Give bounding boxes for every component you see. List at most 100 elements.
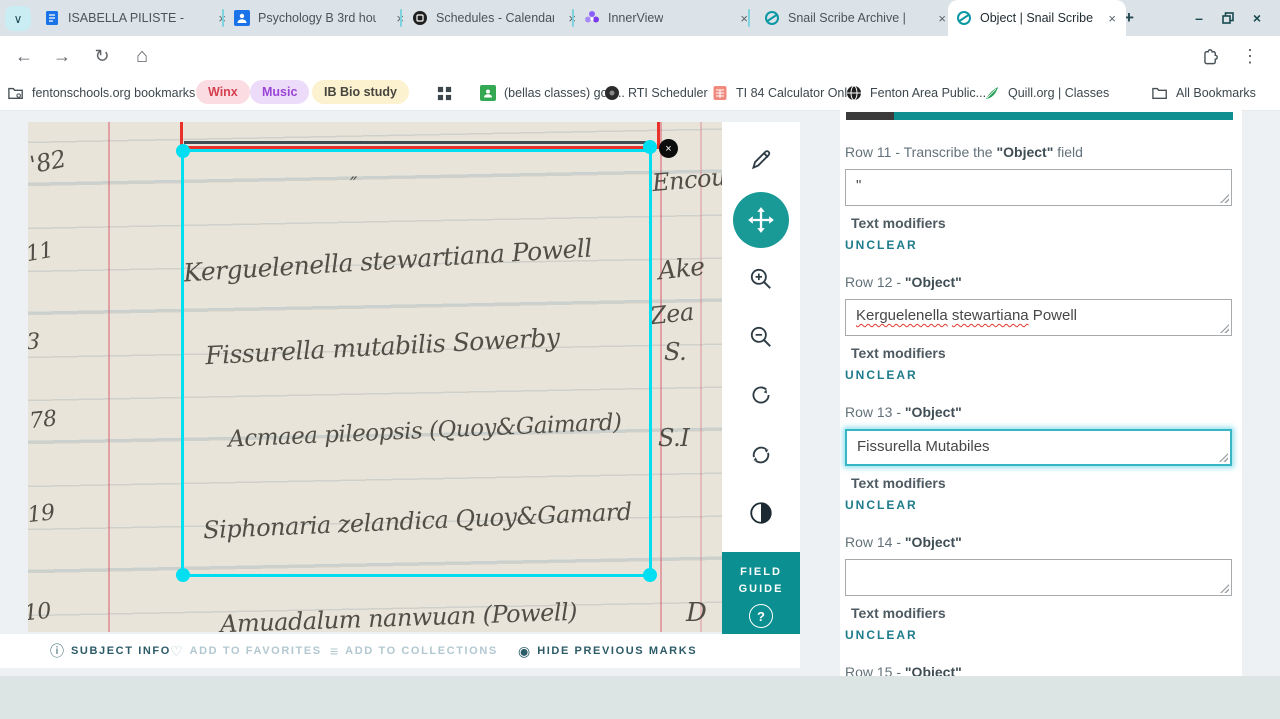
text-modifiers-label: Text modifiers — [851, 475, 946, 491]
restore-icon — [1222, 12, 1234, 24]
unclear-button[interactable]: UNCLEAR — [845, 628, 918, 642]
close-icon: × — [665, 142, 672, 155]
handwriting-margin: '19 — [28, 500, 56, 529]
progress-bar — [846, 112, 1233, 120]
extensions-button[interactable] — [1196, 42, 1224, 70]
move-icon — [748, 207, 774, 233]
zooniverse-icon — [765, 11, 779, 25]
reload-icon: ↻ — [94, 45, 110, 66]
add-to-favorites-button[interactable]: ♡ ADD TO FAVORITES — [170, 634, 322, 668]
invert-contrast-button[interactable] — [739, 491, 783, 535]
bookmark-winx[interactable]: Winx — [196, 80, 250, 104]
add-to-collections-button[interactable]: ≡ ADD TO COLLECTIONS — [330, 634, 498, 668]
hide-previous-marks-button[interactable]: ◉ HIDE PREVIOUS MARKS — [518, 634, 697, 668]
all-bookmarks-button[interactable]: All Bookmarks — [1152, 80, 1256, 106]
draw-tool-button[interactable] — [739, 138, 783, 182]
back-button[interactable]: ← — [10, 42, 38, 70]
tab-close-icon[interactable]: × — [936, 11, 948, 26]
forward-button[interactable]: → — [48, 42, 76, 70]
browser-toolbar: ← → ↻ ⌂ zooniverse.org/projects/skeogh17… — [0, 36, 1280, 108]
field-label: Row 15 - "Object" — [845, 664, 962, 676]
rotate-button[interactable] — [739, 373, 783, 417]
reset-rotation-icon — [752, 446, 770, 464]
docs-icon — [46, 11, 58, 25]
bookmark-ti84[interactable]: TI 84 Calculator Onl... — [712, 80, 858, 106]
tab-separator — [222, 9, 224, 27]
home-button[interactable]: ⌂ — [128, 42, 156, 70]
resize-handle-nw[interactable] — [176, 144, 190, 158]
tab-isabella[interactable]: ISABELLA PILISTE - SU × — [36, 0, 236, 36]
transcription-input-row13-focused[interactable]: Fissurella Mutabiles — [845, 429, 1232, 466]
field-label: Row 11 - Transcribe the "Object" field — [845, 144, 1083, 160]
rotate-icon — [752, 386, 770, 404]
rti-icon — [605, 86, 619, 100]
home-icon: ⌂ — [135, 44, 149, 67]
zoom-out-button[interactable] — [739, 315, 783, 359]
bookmark-managed-folder[interactable]: fentonschools.org bookmarks — [8, 80, 195, 106]
previous-mark-line — [184, 141, 654, 144]
bookmark-rti-scheduler[interactable]: RTI Scheduler — [604, 80, 708, 106]
unclear-button[interactable]: UNCLEAR — [845, 368, 918, 382]
unclear-button[interactable]: UNCLEAR — [845, 238, 918, 252]
field-label: Row 14 - "Object" — [845, 534, 962, 550]
bookmark-ib-bio[interactable]: IB Bio study — [312, 80, 409, 104]
heart-icon: ♡ — [170, 642, 183, 659]
handwriting-margin: '78 — [28, 406, 58, 435]
tab-separator — [748, 9, 750, 27]
schedules-icon — [413, 11, 427, 25]
minimize-button[interactable]: – — [1188, 8, 1210, 28]
resize-handle-sw[interactable] — [176, 568, 190, 582]
tab-innerview[interactable]: InnerView × — [576, 0, 758, 36]
grid-icon — [437, 86, 452, 100]
chromeos-screen: ∨ ISABELLA PILISTE - SU × Psychology B 3… — [0, 0, 1280, 719]
tab-close-icon[interactable]: × — [1106, 11, 1118, 26]
reset-view-button[interactable] — [739, 433, 783, 477]
selection-rectangle[interactable] — [176, 140, 657, 582]
subject-info-button[interactable]: ⓘ SUBJECT INFO — [50, 634, 171, 668]
reload-button[interactable]: ↻ — [88, 42, 116, 70]
resize-handle-ne[interactable] — [643, 140, 657, 154]
move-tool-button-active[interactable] — [733, 192, 789, 248]
bookmark-fenton-public[interactable]: Fenton Area Public... — [846, 80, 986, 106]
handwriting-right-col: S.I — [658, 424, 690, 452]
tab-psychology[interactable]: Psychology B 3rd hou × — [226, 0, 414, 36]
ledger-rule-line — [700, 122, 702, 632]
unclear-button[interactable]: UNCLEAR — [845, 498, 918, 512]
delete-mark-button[interactable]: × — [659, 139, 678, 158]
bookmark-music[interactable]: Music — [250, 80, 310, 104]
restore-button[interactable] — [1217, 8, 1239, 28]
forward-icon: → — [53, 45, 71, 66]
annotation-toolbar — [722, 122, 800, 552]
tab-separator — [572, 9, 574, 27]
managed-folder-icon — [8, 87, 23, 99]
bookmark-quill[interactable]: Quill.org | Classes — [984, 80, 1109, 106]
tab-search-button[interactable]: ∨ — [5, 6, 31, 31]
help-icon: ? — [749, 604, 773, 628]
zoom-in-icon — [750, 268, 771, 289]
handwriting-margin: 10 — [28, 598, 53, 627]
bookmark-grid[interactable] — [436, 80, 453, 106]
tab-schedules[interactable]: Schedules - Calendar × — [404, 0, 586, 36]
zoom-in-button[interactable] — [739, 257, 783, 301]
folder-icon — [1152, 87, 1167, 99]
ledger-rule-line — [108, 122, 110, 632]
field-guide-button[interactable]: FIELD GUIDE ? — [722, 552, 800, 634]
globe-icon — [847, 85, 861, 101]
contrast-icon — [750, 502, 772, 524]
task-row-14: Row 14 - "Object" Text modifiers UNCLEAR — [845, 534, 1234, 642]
subject-image[interactable]: '82 11 3 '78 '19 10 ″ Kerguelenella stew… — [28, 122, 722, 632]
browser-menu-button[interactable]: ⋮ — [1236, 42, 1264, 70]
task-row-12: Row 12 - "Object" Kerguelenella stewarti… — [845, 274, 1234, 382]
tab-snail-scribe-archive[interactable]: Snail Scribe Archive | Z × — [756, 0, 956, 36]
puzzle-icon — [1203, 48, 1218, 64]
close-window-button[interactable]: × — [1246, 8, 1268, 28]
transcription-input-row11[interactable]: " — [845, 169, 1232, 206]
task-row-15: Row 15 - "Object" — [845, 664, 1234, 676]
transcription-input-row12[interactable]: Kerguelenella stewartiana Powell — [845, 299, 1232, 336]
transcription-input-row14[interactable] — [845, 559, 1232, 596]
tab-object-active[interactable]: Object | Snail Scribe Ar × — [948, 0, 1126, 36]
pencil-icon — [751, 150, 771, 170]
chromeos-shelf: Sign out US 2 Mar 18 8:37 — [0, 676, 1280, 719]
resize-handle-se[interactable] — [643, 568, 657, 582]
field-label: Row 13 - "Object" — [845, 404, 962, 420]
